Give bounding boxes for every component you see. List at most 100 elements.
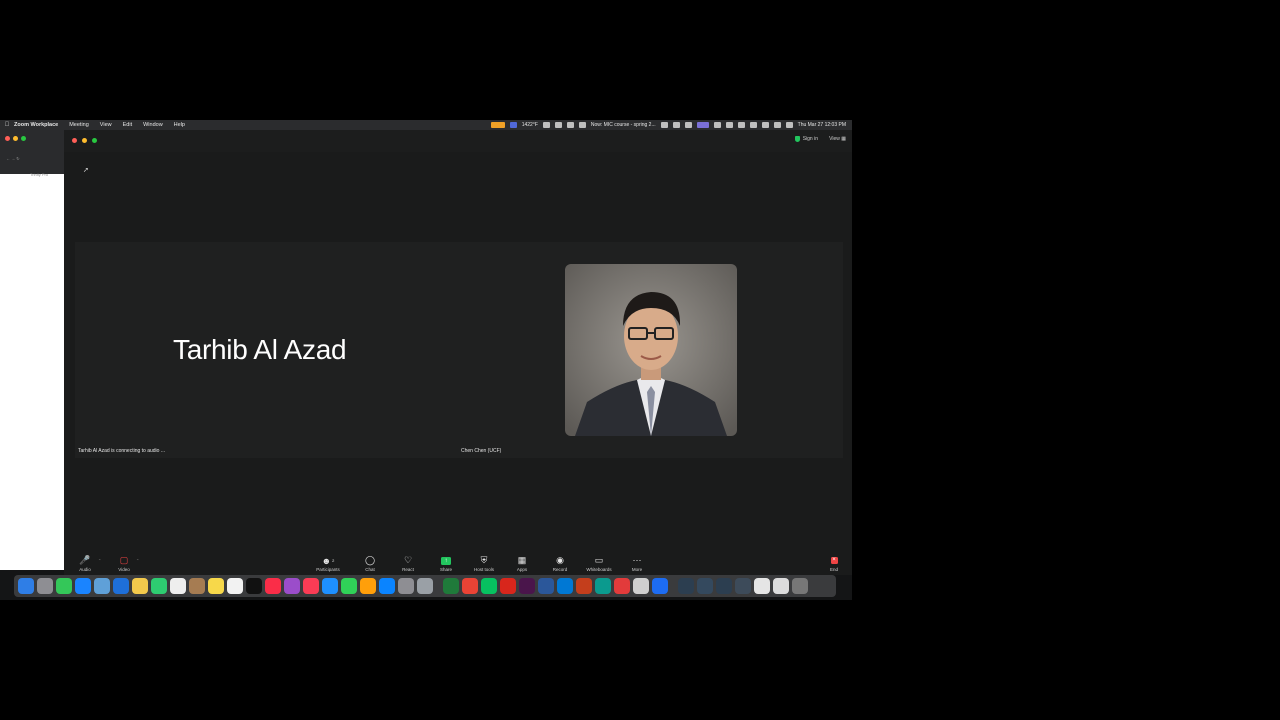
apps-button[interactable]: ▦ Apps <box>505 555 539 572</box>
status-count: 1422°F <box>521 122 538 128</box>
trash-icon[interactable] <box>792 578 808 594</box>
pages-icon[interactable] <box>360 578 376 594</box>
zoom-dot-icon[interactable] <box>21 136 26 141</box>
screen-share-icon[interactable] <box>696 122 709 128</box>
launchpad-icon[interactable] <box>37 578 53 594</box>
recent-window-icon[interactable] <box>697 578 713 594</box>
safari-icon[interactable] <box>75 578 91 594</box>
browser-tab[interactable]: Trinity Pro <box>30 172 48 177</box>
close-dot-icon[interactable] <box>5 136 10 141</box>
app-store-icon[interactable] <box>379 578 395 594</box>
react-button[interactable]: ♡ React <box>391 555 425 572</box>
app-icon[interactable] <box>595 578 611 594</box>
host-tools-button[interactable]: ⛨ Host tools <box>467 555 501 572</box>
fullscreen-dot-icon[interactable] <box>92 138 97 143</box>
share-button[interactable]: ↑ Share <box>429 555 463 572</box>
microphone-icon: 🎤 <box>79 555 91 565</box>
participants-button[interactable]: ☻ 2 Participants <box>311 555 345 573</box>
wechat-icon[interactable] <box>684 122 692 128</box>
zotero-icon[interactable] <box>614 578 630 594</box>
control-center-icon[interactable] <box>725 122 733 128</box>
menu-app-name[interactable]: Zoom Workplace <box>14 122 58 128</box>
participant-video[interactable] <box>565 264 737 436</box>
close-dot-icon[interactable] <box>72 138 77 143</box>
outlook-icon[interactable] <box>557 578 573 594</box>
acrobat-icon[interactable] <box>500 578 516 594</box>
contacts-icon[interactable] <box>189 578 205 594</box>
share-screen-icon: ↑ <box>441 555 451 566</box>
photos-icon[interactable] <box>94 578 110 594</box>
preview-icon[interactable] <box>417 578 433 594</box>
audio-button[interactable]: 🎤 Audio <box>68 555 102 572</box>
calendar-icon[interactable] <box>170 578 186 594</box>
siri-icon[interactable] <box>785 122 793 128</box>
recent-window-icon[interactable] <box>735 578 751 594</box>
finder-icon[interactable] <box>18 578 34 594</box>
search-icon[interactable] <box>761 122 769 128</box>
wechat-icon[interactable] <box>481 578 497 594</box>
menu-view[interactable]: View <box>100 122 112 128</box>
microphone-icon[interactable] <box>554 122 562 128</box>
zoom-status-icon[interactable] <box>509 122 517 128</box>
facetime-icon[interactable] <box>151 578 167 594</box>
battery-icon[interactable] <box>566 122 574 128</box>
message-icon[interactable] <box>672 122 680 128</box>
more-button[interactable]: ⋯ More <box>620 555 654 572</box>
video-options-caret-icon[interactable]: ⌃ <box>136 558 139 563</box>
whiteboard-icon: ▭ <box>594 555 604 565</box>
zoom-icon[interactable] <box>652 578 668 594</box>
host-tools-label: Host tools <box>473 567 494 572</box>
apple-tv-icon[interactable] <box>246 578 262 594</box>
podcasts-icon[interactable] <box>284 578 300 594</box>
apple-icon[interactable]:  <box>0 122 14 128</box>
background-browser-window[interactable]: ← → ↻ Trinity Pro <box>0 130 64 570</box>
word-icon[interactable] <box>538 578 554 594</box>
utility-icon[interactable] <box>633 578 649 594</box>
keyboard-icon[interactable] <box>737 122 745 128</box>
dock-separator <box>671 578 675 594</box>
minimize-dot-icon[interactable] <box>13 136 18 141</box>
powerpoint-icon[interactable] <box>576 578 592 594</box>
menu-meeting[interactable]: Meeting <box>69 122 89 128</box>
messages-icon[interactable] <box>56 578 72 594</box>
focus-moon-icon[interactable] <box>713 122 721 128</box>
chrome-icon[interactable] <box>462 578 478 594</box>
recent-window-icon[interactable] <box>754 578 770 594</box>
notes-icon[interactable] <box>208 578 224 594</box>
record-button[interactable]: ◉ Record <box>543 555 577 572</box>
end-button[interactable]: × End <box>817 555 851 572</box>
recent-window-icon[interactable] <box>716 578 732 594</box>
recent-window-icon[interactable] <box>773 578 789 594</box>
chat-button[interactable]: ◯ Chat <box>353 555 387 572</box>
system-settings-icon[interactable] <box>398 578 414 594</box>
mail-icon[interactable] <box>113 578 129 594</box>
menu-edit[interactable]: Edit <box>123 122 132 128</box>
extension-icon[interactable] <box>660 122 668 128</box>
back-forward-icon[interactable]: ← → ↻ <box>6 156 20 161</box>
sign-in-button[interactable]: Sign in <box>794 136 818 142</box>
keynote-icon[interactable] <box>322 578 338 594</box>
reminders-icon[interactable] <box>227 578 243 594</box>
slack-icon[interactable] <box>519 578 535 594</box>
minimize-dot-icon[interactable] <box>82 138 87 143</box>
notification-icon[interactable] <box>490 122 505 128</box>
settings-icon[interactable] <box>578 122 586 128</box>
switch-icon[interactable] <box>773 122 781 128</box>
wifi-icon[interactable] <box>749 122 757 128</box>
recent-window-icon[interactable] <box>678 578 694 594</box>
menu-window[interactable]: Window <box>143 122 163 128</box>
news-icon[interactable] <box>303 578 319 594</box>
view-button[interactable]: View ▦ <box>829 136 846 142</box>
account-icon[interactable] <box>542 122 550 128</box>
numbers-icon[interactable] <box>341 578 357 594</box>
meeting-toolbar: 🎤 Audio ⌃ ▢ Video ⌃ ☻ 2 Participants ◯ Ch… <box>64 555 852 575</box>
audio-options-caret-icon[interactable]: ⌃ <box>98 558 101 563</box>
photos-app-icon[interactable] <box>132 578 148 594</box>
now-playing[interactable]: Now: MIC course - spring 2... <box>591 122 656 128</box>
clock[interactable]: Thu Mar 27 12:03 PM <box>798 122 846 128</box>
music-icon[interactable] <box>265 578 281 594</box>
menu-help[interactable]: Help <box>174 122 185 128</box>
video-label: Video <box>118 567 130 572</box>
excel-icon[interactable] <box>443 578 459 594</box>
whiteboards-button[interactable]: ▭ Whiteboards <box>582 555 616 572</box>
